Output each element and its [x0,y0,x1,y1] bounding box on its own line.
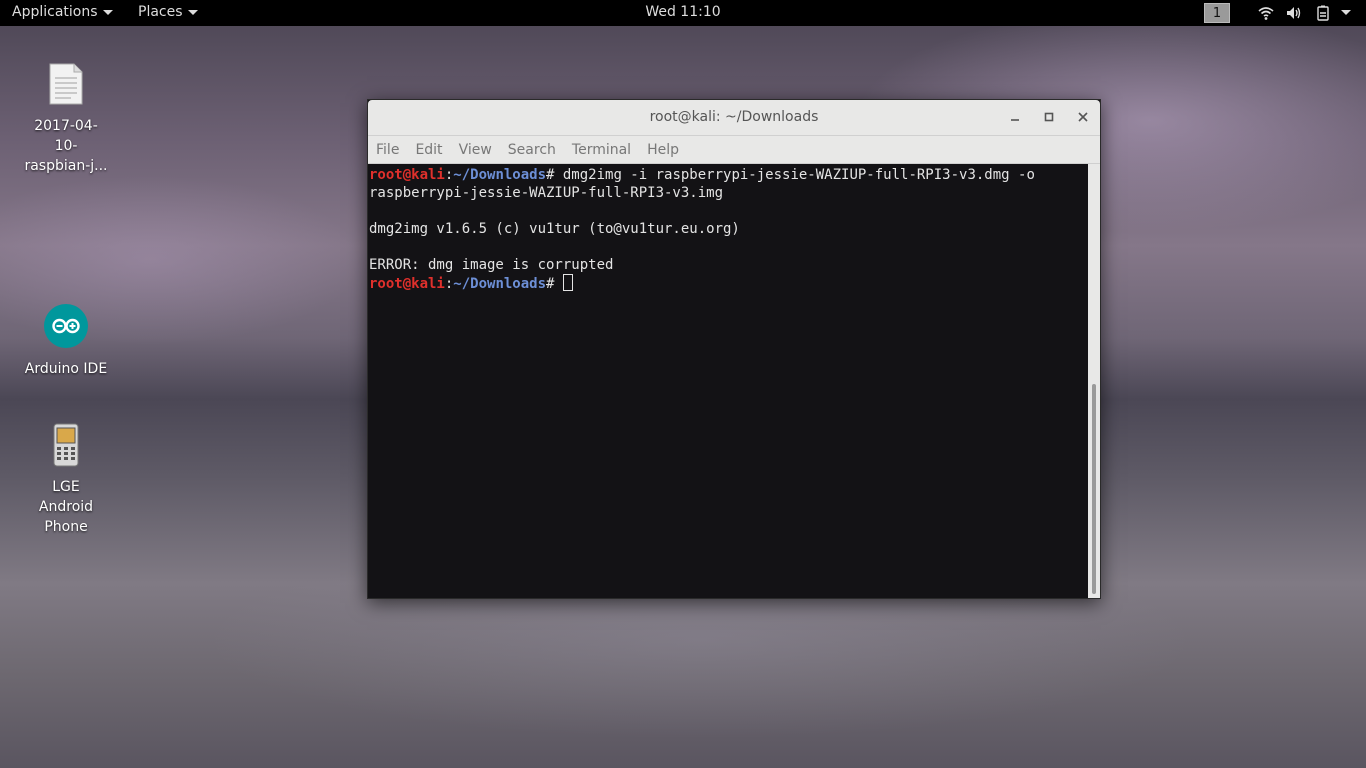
close-button[interactable] [1073,108,1093,128]
chevron-down-icon [1341,9,1351,15]
window-titlebar[interactable]: root@kali: ~/Downloads [368,100,1100,136]
desktop-icon-arduino[interactable]: Arduino IDE [16,303,116,379]
command-text: dmg2img -i raspberrypi-jessie-WAZIUP-ful… [562,167,1035,183]
applications-label: Applications [12,4,98,20]
applications-menu[interactable]: Applications [12,4,113,20]
chevron-down-icon [102,9,113,15]
phone-icon [53,423,79,467]
desktop-icon-label: Arduino IDE [24,361,108,377]
terminal-line-version: dmg2img v1.6.5 (c) vu1tur (to@vu1tur.eu.… [369,221,740,237]
prompt-user: root@kali [369,276,445,292]
close-icon [1078,112,1088,122]
desktop-icon-label: 2017-04- 10- raspbian-j... [24,118,108,174]
window-title: root@kali: ~/Downloads [649,109,819,125]
prompt-user: root@kali [369,167,445,183]
menu-edit[interactable]: Edit [415,136,442,158]
menu-terminal[interactable]: Terminal [572,136,631,158]
terminal-line-prompt: root@kali:~/Downloads# [369,274,1090,293]
desktop-icon-android-phone[interactable]: LGE Android Phone [16,423,116,537]
minimize-button[interactable] [1005,108,1025,128]
text-cursor [562,274,573,291]
terminal-window: root@kali: ~/Downloads File Edit View Searc… [367,99,1101,599]
menu-help[interactable]: Help [647,136,679,158]
workspace-indicator[interactable]: 1 [1204,3,1230,23]
volume-icon[interactable] [1286,5,1302,21]
top-bar: Applications Places Wed 11:10 1 [0,0,1366,26]
prompt-char: # [546,167,563,183]
arduino-icon [44,304,88,348]
prompt-path: ~/Downloads [453,276,547,292]
maximize-button[interactable] [1039,108,1059,128]
scrollbar[interactable] [1088,164,1100,598]
desktop-icon-label: LGE Android Phone [38,479,94,535]
menubar: File Edit View Search Terminal Help [368,136,1100,164]
prompt-char: # [546,276,563,292]
desktop-icon-raspbian[interactable]: 2017-04- 10- raspbian-j... [16,62,116,176]
minimize-icon [1011,119,1019,121]
terminal-output[interactable]: root@kali:~/Downloads# dmg2img -i raspbe… [368,164,1090,598]
menu-search[interactable]: Search [508,136,556,158]
document-icon [49,63,83,105]
menu-file[interactable]: File [376,136,399,158]
terminal-line-command: root@kali:~/Downloads# dmg2img -i raspbe… [369,166,1090,184]
scrollbar-thumb[interactable] [1092,384,1096,594]
chevron-down-icon [187,9,198,15]
places-label: Places [138,4,183,20]
terminal-line-error: ERROR: dmg image is corrupted [369,257,614,273]
places-menu[interactable]: Places [138,4,198,20]
battery-icon[interactable] [1315,5,1331,21]
clock-container: Wed 11:10 [0,4,1366,20]
clock[interactable]: Wed 11:10 [645,4,720,20]
menu-view[interactable]: View [459,136,492,158]
prompt-path: ~/Downloads [453,167,547,183]
wifi-icon[interactable] [1258,5,1274,21]
terminal-line-command-cont: raspberrypi-jessie-WAZIUP-full-RPI3-v3.i… [369,185,724,201]
maximize-icon [1044,112,1054,122]
system-menu[interactable] [1341,4,1351,20]
